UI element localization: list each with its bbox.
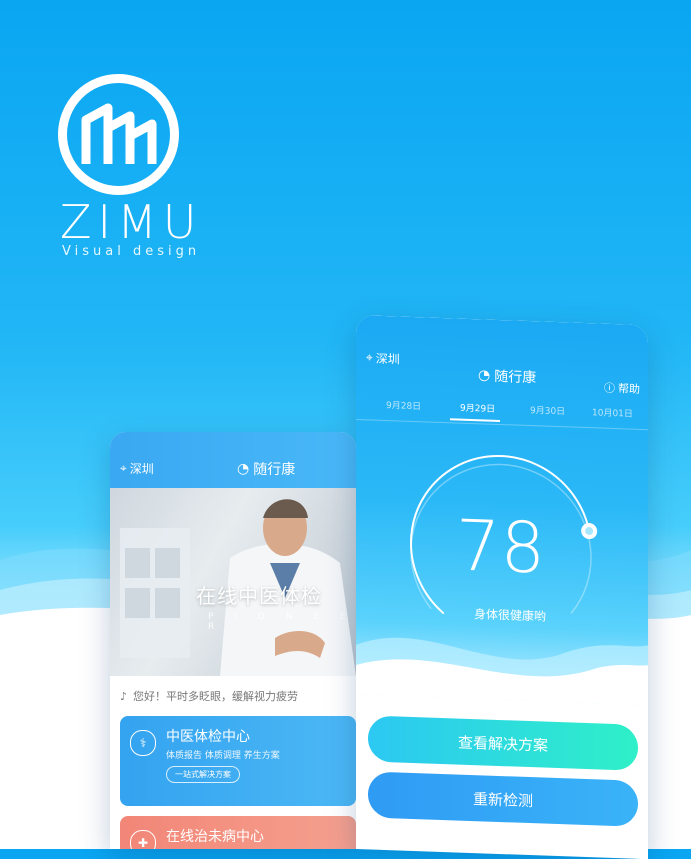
location-label: 深圳 xyxy=(375,351,400,367)
notice-text: 您好！平时多眨眼，缓解视力疲劳 xyxy=(133,690,299,703)
brand-name: ZIMU xyxy=(60,195,203,249)
solution-pill-button[interactable]: 一站式解决方案 xyxy=(166,766,240,783)
hero-title: 在线中医体检 xyxy=(196,584,322,608)
tab-date-0[interactable]: 9月28日 xyxy=(386,398,421,412)
card-title: 中医体检中心 xyxy=(166,729,250,745)
card-title: 在线治未病中心 xyxy=(166,829,264,845)
help-label: 帮助 xyxy=(618,382,640,396)
card-prevention-center[interactable]: ✚ 在线治未病中心 xyxy=(120,816,356,849)
health-score-value: 78 xyxy=(456,504,546,590)
app-title: ◔ 随行康 xyxy=(478,365,536,387)
notice-bar: ♪ 您好！平时多眨眼，缓解视力疲劳 xyxy=(120,688,298,704)
app-title: ◔ 随行康 xyxy=(237,459,295,479)
tab-date-3[interactable]: 10月01日 xyxy=(592,405,633,419)
retest-button[interactable]: 重新检测 xyxy=(368,771,638,827)
help-button[interactable]: ⓘ 帮助 xyxy=(604,380,640,397)
view-solution-button[interactable]: 查看解决方案 xyxy=(368,715,638,771)
left-header: ⌖ 深圳 ◔ 随行康 xyxy=(110,432,356,488)
location-selector[interactable]: ⌖ 深圳 xyxy=(120,460,154,477)
location-pin-icon: ⌖ xyxy=(366,350,373,365)
left-phone-screen: ⌖ 深圳 ◔ 随行康 在线中医体检 P I O N E E R ♪ 您好！平时多… xyxy=(110,432,356,849)
card-subtitle: 体质报告 体质调理 养生方案 xyxy=(166,751,280,761)
question-icon: ⓘ xyxy=(604,381,615,396)
app-logo-icon: ◔ xyxy=(478,367,491,384)
hero-subtitle: P I O N E E R xyxy=(208,612,355,632)
score-panel: ⌖ 深圳 ◔ 随行康 ⓘ 帮助 9月28日 9月29日 9月30日 10月01日… xyxy=(356,315,648,706)
hero-banner[interactable]: 在线中医体检 P I O N E E R xyxy=(110,488,356,676)
right-phone-screen: ⌖ 深圳 ◔ 随行康 ⓘ 帮助 9月28日 9月29日 9月30日 10月01日… xyxy=(356,315,648,859)
brand-tagline: Visual design xyxy=(62,244,201,259)
tab-date-1[interactable]: 9月29日 xyxy=(460,401,495,415)
date-tabs: 9月28日 9月29日 9月30日 10月01日 xyxy=(356,391,648,431)
app-title-text: 随行康 xyxy=(494,368,537,387)
brand-logo-icon xyxy=(58,74,179,195)
stethoscope-icon: ⚕ xyxy=(130,730,156,756)
location-pin-icon: ⌖ xyxy=(120,461,127,475)
panel-wave-icon xyxy=(356,637,648,706)
tab-date-2[interactable]: 9月30日 xyxy=(530,403,565,417)
location-selector[interactable]: ⌖ 深圳 xyxy=(366,349,400,367)
bell-icon: ♪ xyxy=(120,689,128,703)
app-logo-icon: ◔ xyxy=(237,461,250,477)
app-title-text: 随行康 xyxy=(253,462,296,478)
pill-icon: ✚ xyxy=(130,830,156,849)
active-tab-indicator xyxy=(450,418,500,423)
location-label: 深圳 xyxy=(129,462,154,476)
card-tcm-checkup[interactable]: ⚕ 中医体检中心 体质报告 体质调理 养生方案 一站式解决方案 xyxy=(120,716,356,806)
